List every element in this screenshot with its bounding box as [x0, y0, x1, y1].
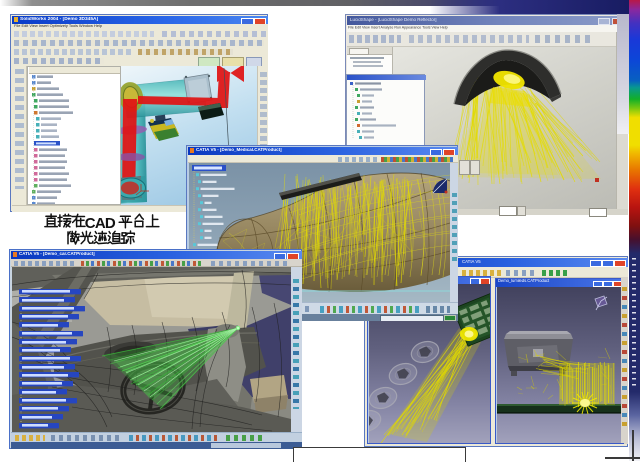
svg-text:CAD: CAD [85, 215, 116, 232]
